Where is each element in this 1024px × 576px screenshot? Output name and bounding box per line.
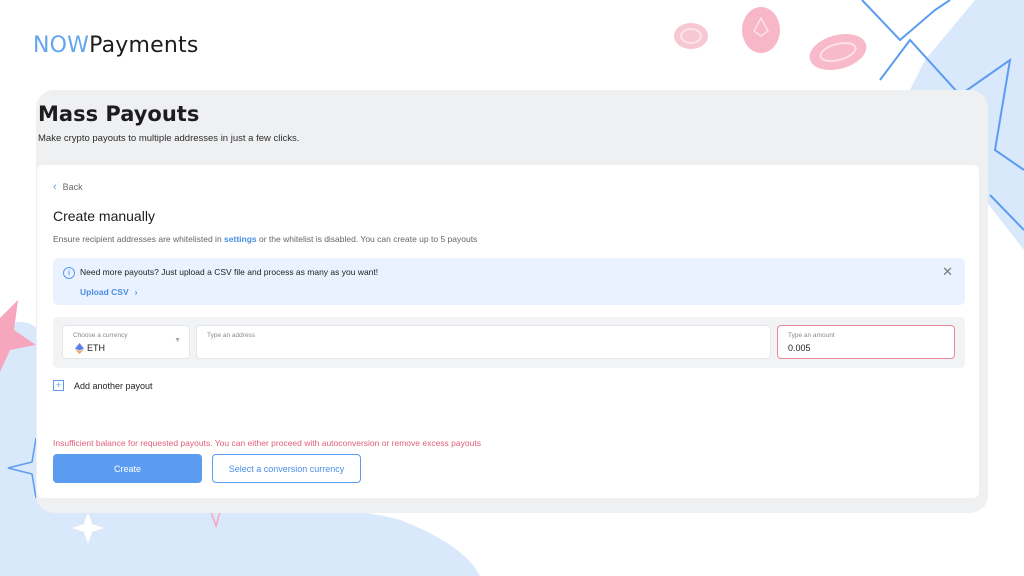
whitelist-note: Ensure recipient addresses are whitelist… — [53, 234, 477, 244]
star-outline-top-right — [861, 0, 951, 42]
chevron-left-icon: ‹ — [53, 180, 57, 193]
back-link[interactable]: ‹ Back — [53, 180, 83, 193]
coin-icon-left — [674, 23, 708, 49]
coin-icon-right — [809, 33, 867, 71]
select-conversion-currency-button[interactable]: Select a conversion currency — [212, 454, 361, 483]
back-label: Back — [62, 182, 83, 192]
currency-select[interactable]: Choose a currency ETH ▼ — [62, 325, 190, 359]
currency-value: ETH — [87, 343, 105, 353]
upload-csv-label: Upload CSV — [80, 287, 129, 297]
logo-now: NOW — [33, 33, 90, 58]
mass-payouts-panel: Mass Payouts Make crypto payouts to mult… — [36, 90, 988, 513]
info-banner-text: Need more payouts? Just upload a CSV fil… — [80, 267, 379, 277]
add-another-payout-button[interactable]: + Add another payout — [53, 380, 153, 391]
note-text-before: Ensure recipient addresses are whitelist… — [53, 234, 225, 244]
logo-payments: Payments — [89, 33, 199, 58]
upload-csv-link[interactable]: Upload CSV › — [80, 287, 138, 297]
note-text-after: or the whitelist is disabled. You can cr… — [256, 234, 478, 244]
address-placeholder: Type an address — [207, 332, 256, 339]
chevron-down-icon: ▼ — [174, 337, 181, 344]
add-payout-label: Add another payout — [74, 380, 153, 391]
coin-icon-center — [742, 7, 780, 53]
ethereum-icon — [75, 343, 84, 354]
address-input[interactable]: Type an address — [196, 325, 771, 359]
amount-value: 0.005 — [788, 343, 811, 353]
currency-select-label: Choose a currency — [73, 332, 128, 339]
payout-row: Choose a currency ETH ▼ Type an address … — [53, 317, 965, 368]
card-title: Create manually — [53, 208, 155, 224]
amount-label: Type an amount — [788, 332, 835, 339]
create-button[interactable]: Create — [53, 454, 202, 483]
csv-info-banner: i Need more payouts? Just upload a CSV f… — [53, 258, 965, 305]
page-title: Mass Payouts — [38, 102, 200, 126]
insufficient-balance-error: Insufficient balance for requested payou… — [53, 438, 481, 448]
chevron-right-icon: › — [134, 287, 138, 297]
page-subtitle: Make crypto payouts to multiple addresse… — [38, 133, 300, 144]
create-manually-card: ‹ Back Create manually Ensure recipient … — [37, 165, 979, 498]
close-icon[interactable]: ✕ — [942, 264, 953, 280]
settings-link[interactable]: settings — [224, 234, 257, 244]
amount-input[interactable]: Type an amount 0.005 — [777, 325, 955, 359]
info-icon: i — [63, 267, 75, 279]
plus-icon: + — [53, 380, 64, 391]
nowpayments-logo: NOWPayments — [33, 33, 199, 58]
